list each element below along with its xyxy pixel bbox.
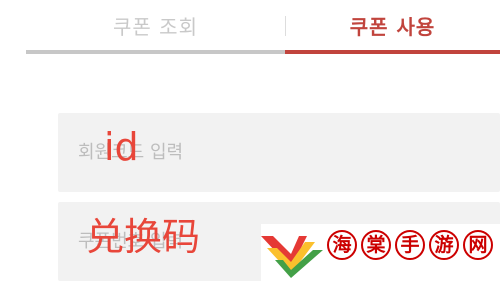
tab-coupon-lookup[interactable]: 쿠폰 조회	[26, 0, 285, 50]
tab-underline-inactive	[26, 50, 285, 54]
tab-divider	[285, 16, 286, 36]
watermark-char: 手	[395, 230, 425, 260]
tab-underline-active	[285, 50, 500, 54]
watermark-char: 海	[327, 230, 357, 260]
coupon-page: 쿠폰 조회 쿠폰 사용 id 兑换码 海 棠 手 游 网	[0, 0, 500, 284]
tab-coupon-lookup-label: 쿠폰 조회	[113, 14, 198, 39]
watermark-char: 游	[429, 230, 459, 260]
tab-bar: 쿠폰 조회 쿠폰 사용	[26, 0, 500, 55]
watermark-char: 网	[463, 230, 493, 260]
watermark-logo-icon	[261, 236, 323, 278]
member-code-field	[58, 113, 500, 192]
watermark-char: 棠	[361, 230, 391, 260]
watermark-text: 海 棠 手 游 网	[327, 230, 493, 260]
tab-coupon-use-label: 쿠폰 사용	[349, 14, 436, 39]
watermark: 海 棠 手 游 网	[261, 224, 500, 284]
member-code-input[interactable]	[58, 113, 500, 192]
tab-coupon-use[interactable]: 쿠폰 사용	[285, 0, 500, 50]
